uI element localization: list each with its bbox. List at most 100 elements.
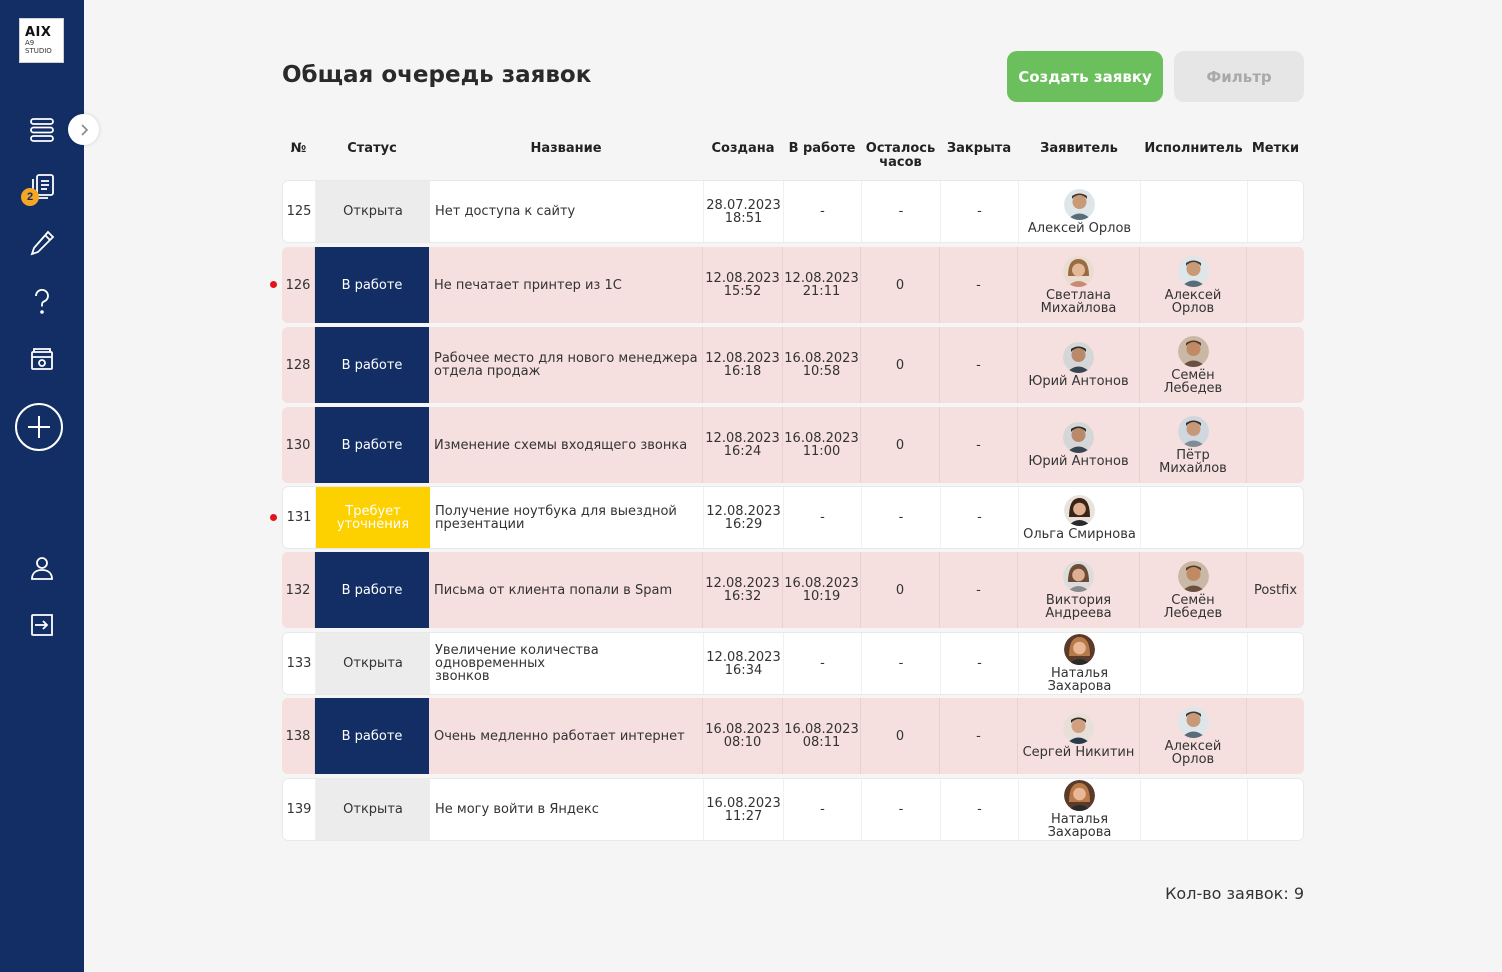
- table-row[interactable]: 125 Открыта Нет доступа к сайту 28.07.20…: [282, 180, 1304, 243]
- logo[interactable]: AIX A9 STUDIO: [19, 18, 64, 63]
- in-work-date: -: [784, 633, 862, 694]
- queue-list-icon[interactable]: [27, 115, 57, 145]
- closed-date: -: [941, 487, 1019, 548]
- closed-date: -: [940, 407, 1018, 483]
- status-badge: В работе: [315, 327, 429, 403]
- closed-date: -: [940, 327, 1018, 403]
- ticket-title-line2: презентации: [435, 516, 525, 532]
- ticket-number: 125: [283, 181, 316, 242]
- closed-date: -: [941, 181, 1019, 242]
- executor-name-line1: Пётр: [1176, 447, 1210, 463]
- col-header-tags[interactable]: Метки: [1247, 142, 1304, 156]
- created-day: 28.07.2023: [706, 197, 781, 213]
- table-row[interactable]: 130 В работе Изменение схемы входящего з…: [282, 407, 1304, 483]
- status-badge: Открыта: [316, 633, 430, 694]
- avatar: [1063, 342, 1094, 373]
- table-row[interactable]: 126 В работе Не печатает принтер из 1С 1…: [282, 247, 1304, 323]
- executor: Алексей Орлов: [1140, 247, 1247, 323]
- col-header-hours-left[interactable]: Осталось часов: [861, 142, 940, 170]
- create-ticket-button[interactable]: Создать заявку: [1007, 51, 1163, 102]
- add-ticket-button[interactable]: [15, 403, 63, 451]
- status-badge: В работе: [315, 552, 429, 628]
- created-date: 12.08.2023 16:18: [703, 327, 783, 403]
- tags: [1247, 698, 1304, 774]
- in-work-time: 08:11: [802, 735, 841, 750]
- tags: [1248, 181, 1303, 242]
- status-badge: Открыта: [316, 181, 430, 242]
- col-header-in-work[interactable]: В работе: [783, 142, 861, 156]
- applicant: Наталья Захарова: [1019, 633, 1141, 694]
- created-time: 11:27: [724, 808, 763, 824]
- executor-name-line1: Алексей: [1164, 738, 1222, 754]
- tags: [1248, 487, 1303, 548]
- table-row[interactable]: 138 В работе Очень медленно работает инт…: [282, 698, 1304, 774]
- in-work-date: 12.08.2023 21:11: [783, 247, 861, 323]
- ticket-number: 128: [282, 327, 315, 403]
- executor: [1141, 181, 1248, 242]
- col-header-num[interactable]: №: [282, 142, 315, 156]
- ticket-title: Нет доступа к сайту: [430, 181, 704, 242]
- avatar: [1177, 255, 1209, 287]
- executor: [1141, 487, 1248, 548]
- ticket-number: 130: [282, 407, 315, 483]
- avatar: [1177, 335, 1209, 367]
- ticket-title: Изменение схемы входящего звонка: [429, 407, 703, 483]
- table-row[interactable]: 133 Открыта Увеличение количества одновр…: [282, 632, 1304, 695]
- sidebar-expand-button[interactable]: [68, 114, 99, 145]
- ticket-title: Не печатает принтер из 1С: [429, 247, 703, 323]
- ticket-number: 138: [282, 698, 315, 774]
- status-badge: В работе: [315, 698, 429, 774]
- avatar: [1063, 560, 1094, 592]
- executor-name-line1: Семён: [1171, 592, 1215, 608]
- table-row[interactable]: 128 В работе Рабочее место для нового ме…: [282, 327, 1304, 403]
- table-row[interactable]: 131 Требует уточнения Получение ноутбука …: [282, 486, 1304, 549]
- table-row[interactable]: 132 В работе Письма от клиента попали в …: [282, 552, 1304, 628]
- closed-date: -: [941, 633, 1019, 694]
- applicant-name: Юрий Антонов: [1028, 374, 1129, 389]
- help-icon[interactable]: [27, 286, 57, 316]
- tags: [1247, 407, 1304, 483]
- ticket-title-line2: звонков: [435, 669, 490, 684]
- col-header-executor[interactable]: Исполнитель: [1140, 142, 1247, 156]
- created-day: 16.08.2023: [706, 795, 781, 811]
- status-badge: В работе: [315, 407, 429, 483]
- profile-icon[interactable]: [27, 553, 57, 583]
- in-work-date: -: [784, 779, 862, 840]
- closed-date: -: [940, 698, 1018, 774]
- col-header-created[interactable]: Создана: [703, 142, 783, 156]
- created-date: 12.08.2023 16:32: [703, 552, 783, 628]
- avatar: [1064, 494, 1095, 526]
- avatar: [1064, 188, 1095, 220]
- hours-left: 0: [861, 247, 940, 323]
- logo-mark: AIX: [25, 24, 52, 40]
- col-header-applicant[interactable]: Заявитель: [1018, 142, 1140, 156]
- status-badge: Открыта: [316, 779, 430, 840]
- status-badge: Требует уточнения: [316, 487, 430, 548]
- applicant: Юрий Антонов: [1018, 407, 1140, 483]
- col-header-closed[interactable]: Закрыта: [940, 142, 1018, 156]
- created-date: 28.07.2023 18:51: [704, 181, 784, 242]
- archive-icon[interactable]: [27, 344, 57, 374]
- applicant: Алексей Орлов: [1019, 181, 1141, 242]
- executor-name-line2: Орлов: [1171, 751, 1215, 767]
- pencil-icon[interactable]: [27, 228, 57, 258]
- my-tickets-icon[interactable]: 2: [21, 172, 57, 206]
- table-row[interactable]: 139 Открыта Не могу войти в Яндекс 16.08…: [282, 778, 1304, 841]
- in-work-date: -: [784, 181, 862, 242]
- in-work-time: 11:00: [802, 444, 841, 459]
- filter-button[interactable]: Фильтр: [1174, 51, 1304, 102]
- tickets-badge: 2: [21, 188, 39, 206]
- avatar: [1063, 422, 1094, 453]
- ticket-title: Рабочее место для нового менеджера отдела…: [429, 327, 703, 403]
- ticket-title: Письма от клиента попали в Spam: [429, 552, 703, 628]
- created-date: 16.08.2023 08:10: [703, 698, 783, 774]
- col-header-hours-left-line1: Осталось: [865, 141, 936, 156]
- executor: Пётр Михайлов: [1140, 407, 1247, 483]
- col-header-name[interactable]: Название: [429, 142, 703, 156]
- col-header-hours-left-line2: часов: [879, 155, 922, 170]
- col-header-status[interactable]: Статус: [315, 142, 429, 156]
- ticket-title: Очень медленно работает интернет: [429, 698, 703, 774]
- applicant-name: Юрий Антонов: [1028, 454, 1129, 469]
- logout-icon[interactable]: [27, 610, 57, 640]
- tags: [1248, 779, 1303, 840]
